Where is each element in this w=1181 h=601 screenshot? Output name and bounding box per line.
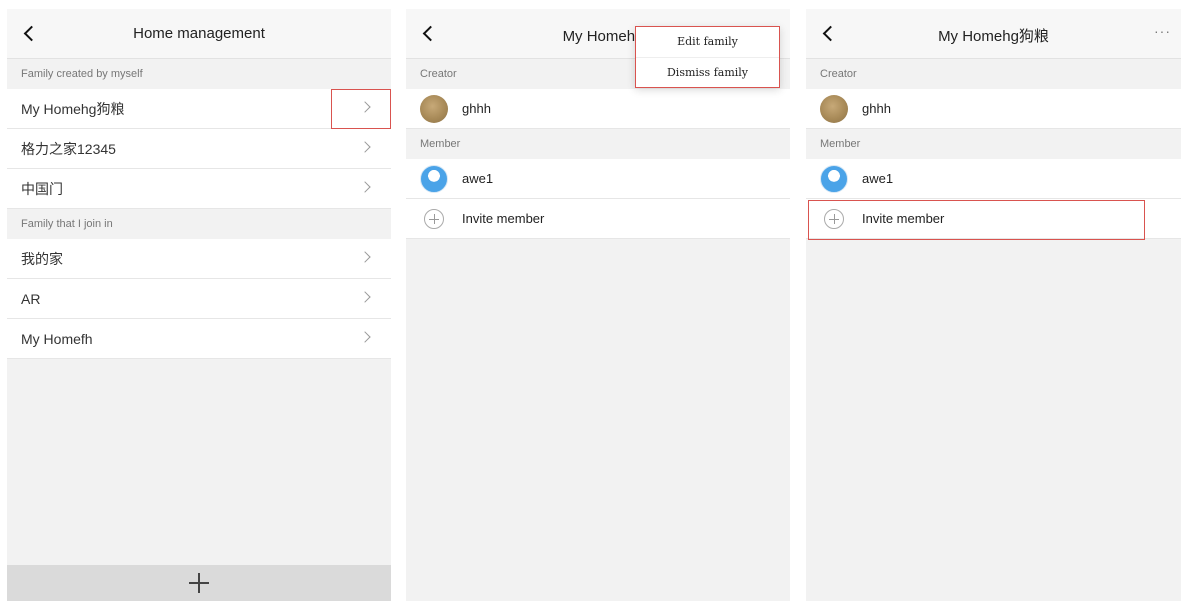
chevron-right-icon[interactable]: [359, 291, 371, 303]
top-bar: My Homehg狗粮 ···: [806, 9, 1181, 59]
chevron-right-icon[interactable]: [359, 181, 371, 193]
family-name: My Homehg狗粮: [21, 100, 125, 117]
invite-member-label: Invite member: [462, 211, 545, 226]
creator-row[interactable]: ghhh: [406, 89, 790, 129]
plus-icon[interactable]: [189, 573, 209, 593]
chevron-right-icon[interactable]: [359, 141, 371, 153]
family-name: 格力之家12345: [21, 140, 116, 157]
family-name: 中国门: [21, 180, 63, 197]
edit-family-menu-item[interactable]: Edit family: [636, 27, 779, 57]
section-header-joined: Family that I join in: [7, 209, 391, 239]
section-header-created: Family created by myself: [7, 59, 391, 89]
section-header-member: Member: [406, 129, 790, 159]
member-row[interactable]: awe1: [806, 159, 1181, 199]
avatar-icon: [820, 94, 848, 123]
family-name: AR: [21, 290, 41, 307]
chevron-right-icon[interactable]: [359, 331, 371, 343]
back-arrow-icon[interactable]: [420, 22, 440, 46]
avatar-icon: [420, 164, 448, 193]
family-row[interactable]: My Homefh: [7, 319, 391, 359]
home-management-screen: Home management Family created by myself…: [7, 9, 391, 601]
family-detail-screen: My Homehg狗粮 ··· Creator ghhh Member awe1…: [806, 9, 1181, 601]
plus-circle-icon: [424, 208, 444, 229]
section-header-member: Member: [806, 129, 1181, 159]
family-row[interactable]: 中国门: [7, 169, 391, 209]
page-title: Home management: [133, 25, 265, 42]
family-row[interactable]: My Homehg狗粮: [7, 89, 391, 129]
creator-row[interactable]: ghhh: [806, 89, 1181, 129]
chevron-right-icon[interactable]: [359, 251, 371, 263]
family-row[interactable]: AR: [7, 279, 391, 319]
member-row[interactable]: awe1: [406, 159, 790, 199]
creator-name: ghhh: [462, 101, 491, 116]
family-name: 我的家: [21, 250, 63, 267]
family-row[interactable]: 格力之家12345: [7, 129, 391, 169]
more-icon[interactable]: ···: [1154, 23, 1171, 39]
plus-circle-icon: [824, 208, 844, 229]
add-family-bar[interactable]: [7, 565, 391, 601]
invite-member-label: Invite member: [862, 211, 945, 226]
member-name: awe1: [462, 171, 494, 186]
family-options-menu: Edit family Dismiss family: [635, 26, 780, 88]
family-detail-screen-menu: My Homehg狗粮 Creator ghhh Member awe1 Inv…: [406, 9, 790, 601]
page-title: My Homehg狗粮: [938, 28, 1049, 45]
member-name: awe1: [862, 171, 894, 186]
family-name: My Homefh: [21, 330, 93, 347]
chevron-right-icon[interactable]: [359, 101, 371, 113]
avatar-icon: [820, 164, 848, 193]
invite-member-row[interactable]: Invite member: [806, 199, 1181, 239]
creator-name: ghhh: [862, 101, 891, 116]
top-bar: Home management: [7, 9, 391, 59]
dismiss-family-menu-item[interactable]: Dismiss family: [636, 57, 779, 87]
family-row[interactable]: 我的家: [7, 239, 391, 279]
section-header-creator: Creator: [806, 59, 1181, 89]
avatar-icon: [420, 94, 448, 123]
invite-member-row[interactable]: Invite member: [406, 199, 790, 239]
